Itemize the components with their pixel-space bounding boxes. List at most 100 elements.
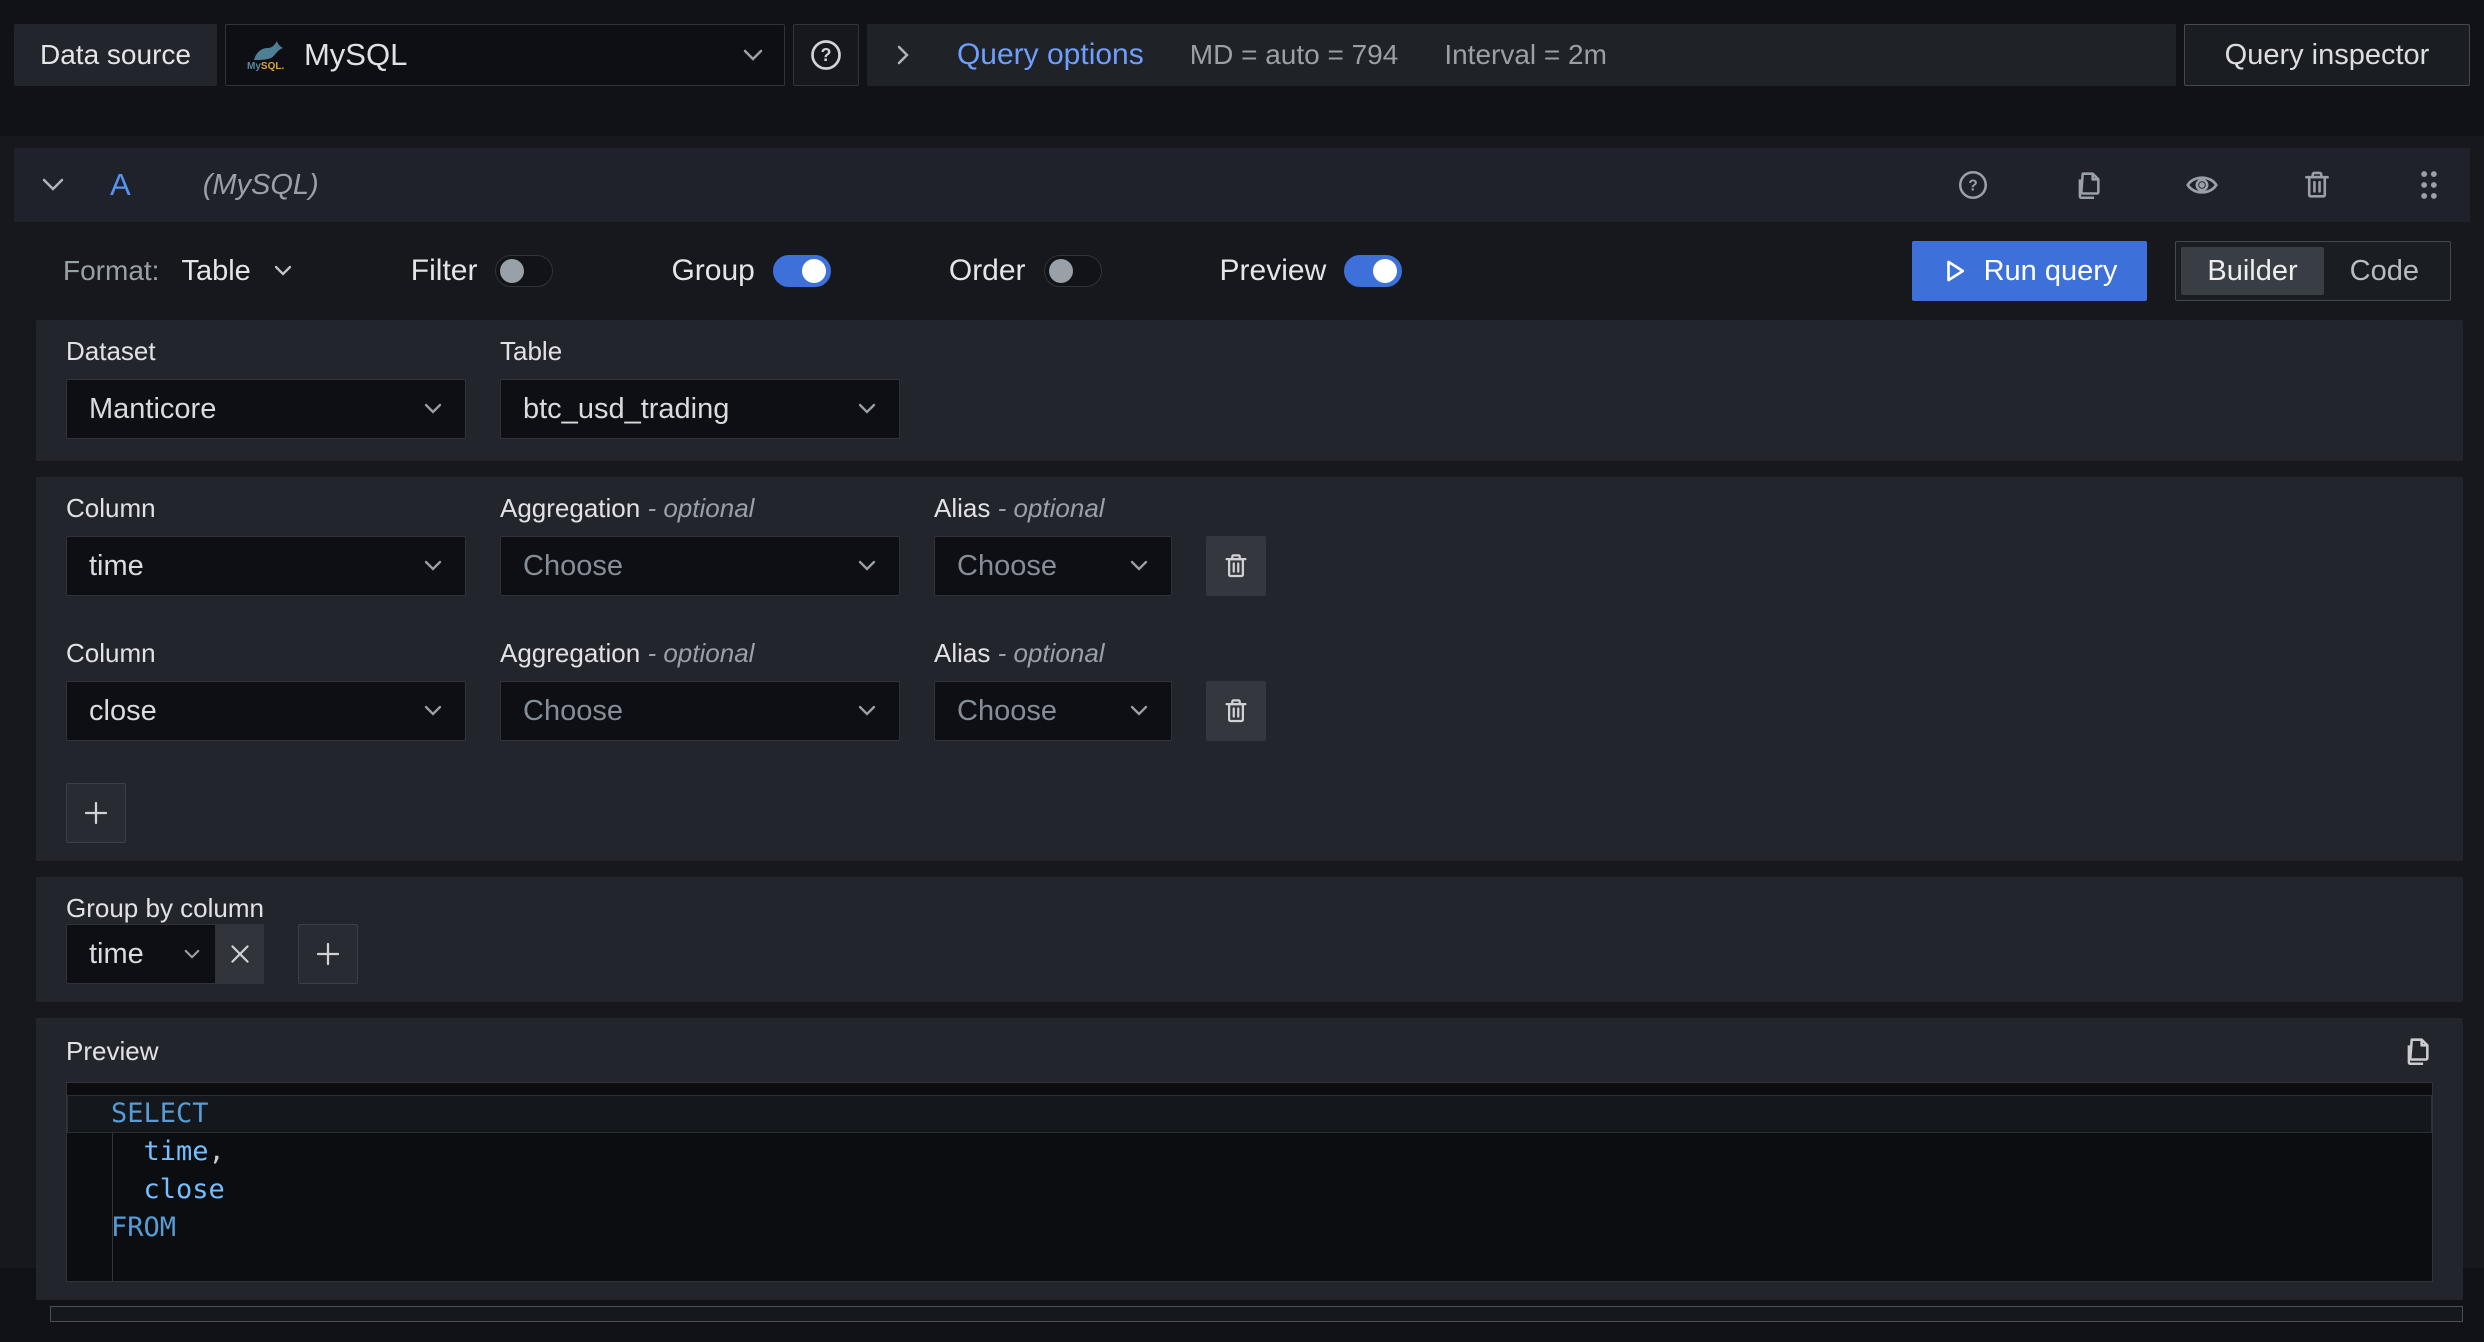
group-toggle[interactable] (772, 255, 831, 287)
trash-icon (2300, 168, 2334, 202)
datasource-help-button[interactable]: ? (792, 24, 859, 86)
column-label: Column (66, 493, 156, 523)
chevron-down-icon (183, 949, 201, 960)
alias-select[interactable]: Choose (934, 536, 1172, 596)
query-inspector-button[interactable]: Query inspector (2184, 24, 2470, 86)
order-toggle-label: Order (948, 254, 1026, 287)
column-value: time (89, 549, 144, 582)
datasource-picker[interactable]: MySQL. MySQL (224, 24, 785, 86)
remove-query-button[interactable] (2300, 168, 2334, 202)
collapsed-row-strip[interactable] (50, 1306, 2463, 1322)
dataset-table-card: Dataset Manticore Table btc_usd_trading (36, 320, 2463, 461)
aggregation-label: Aggregation - optional (500, 638, 755, 668)
table-value: btc_usd_trading (523, 392, 730, 425)
chevron-down-icon (423, 560, 443, 572)
chevron-down-icon (273, 265, 293, 277)
mode-code-button[interactable]: Code (2324, 247, 2445, 295)
column-row: Column close Aggregation - optional Choo… (66, 638, 2433, 741)
run-query-label: Run query (1983, 254, 2118, 287)
alias-label: Alias - optional (934, 493, 1105, 523)
chevron-right-icon[interactable] (895, 43, 911, 67)
order-toggle[interactable] (1043, 255, 1102, 287)
chevron-down-icon (857, 560, 877, 572)
query-row-header[interactable]: A (MySQL) ? (14, 148, 2470, 222)
duplicate-query-button[interactable] (2070, 168, 2104, 202)
query-editor-topbar: Data source MySQL. MySQL ? Query options… (14, 24, 2470, 86)
remove-group-by-button[interactable] (216, 924, 264, 984)
aggregation-label: Aggregation - optional (500, 493, 755, 523)
aggregation-placeholder: Choose (523, 694, 623, 727)
hide-response-button[interactable] (2184, 167, 2220, 203)
table-select[interactable]: btc_usd_trading (500, 379, 900, 439)
trash-icon (1221, 551, 1251, 581)
copy-sql-button[interactable] (2399, 1034, 2433, 1068)
help-circle-icon: ? (808, 37, 844, 73)
remove-column-button[interactable] (1206, 536, 1266, 596)
collapse-chevron-icon[interactable] (40, 177, 66, 193)
mode-builder-button[interactable]: Builder (2181, 247, 2324, 295)
drag-query-handle[interactable] (2414, 168, 2444, 202)
query-options-toggle[interactable]: Query options (957, 38, 1144, 72)
group-by-value: time (89, 937, 144, 970)
chevron-down-icon (423, 403, 443, 415)
query-ref-id: A (110, 167, 131, 202)
group-toggle-group: Group (671, 254, 831, 288)
datasource-label: Data source (14, 24, 217, 86)
plus-icon (313, 939, 343, 969)
format-value: Table (181, 254, 251, 287)
interval-value: Interval = 2m (1444, 39, 1607, 70)
svg-text:?: ? (1968, 178, 1978, 195)
run-query-button[interactable]: Run query (1911, 241, 2148, 301)
aggregation-placeholder: Choose (523, 549, 623, 582)
query-help-button[interactable]: ? (1956, 168, 1990, 202)
group-toggle-label: Group (671, 254, 755, 287)
preview-card: Preview SELECT time, close FROM (36, 1018, 2463, 1300)
chevron-down-icon (857, 403, 877, 415)
svg-text:?: ? (820, 45, 831, 65)
preview-toggle[interactable] (1344, 255, 1403, 287)
column-value: close (89, 694, 157, 727)
remove-column-button[interactable] (1206, 681, 1266, 741)
alias-select[interactable]: Choose (934, 681, 1172, 741)
filter-toggle[interactable] (495, 255, 554, 287)
group-by-label: Group by column (66, 893, 264, 923)
preview-toggle-label: Preview (1219, 254, 1327, 287)
datasource-value: MySQL (303, 37, 408, 72)
order-toggle-group: Order (949, 254, 1102, 288)
add-column-button[interactable] (66, 783, 126, 843)
dataset-select[interactable]: Manticore (66, 379, 466, 439)
sql-line: FROM (111, 1212, 177, 1243)
sql-line: time, (111, 1136, 225, 1167)
copy-icon (2070, 168, 2104, 202)
eye-icon (2184, 167, 2220, 203)
indent-guide (112, 1133, 113, 1281)
filter-toggle-label: Filter (410, 254, 478, 287)
columns-card: Column time Aggregation - optional Choos… (36, 477, 2463, 861)
table-label: Table (500, 336, 563, 366)
chevron-down-icon (857, 705, 877, 717)
column-label: Column (66, 638, 156, 668)
add-group-by-button[interactable] (298, 924, 358, 984)
group-by-column-select[interactable]: time (66, 924, 216, 984)
chevron-down-icon (1129, 560, 1149, 572)
dataset-label: Dataset (66, 336, 156, 366)
sql-line: SELECT (67, 1095, 2432, 1133)
alias-placeholder: Choose (957, 694, 1057, 727)
chevron-down-icon (742, 48, 764, 62)
alias-label: Alias - optional (934, 638, 1105, 668)
aggregation-select[interactable]: Choose (500, 536, 900, 596)
format-select[interactable]: Table (181, 255, 292, 288)
mysql-logo-icon: MySQL. (246, 39, 288, 71)
query-options-bar: Query options MD = auto = 794 Interval =… (866, 24, 2176, 86)
column-select[interactable]: time (66, 536, 466, 596)
query-editor-region: A (MySQL) ? Format: Table Filter Group O… (0, 136, 2484, 1322)
aggregation-select[interactable]: Choose (500, 681, 900, 741)
plus-icon (81, 798, 111, 828)
column-select[interactable]: close (66, 681, 466, 741)
format-label: Format: (63, 255, 160, 286)
play-icon (1942, 258, 1968, 284)
chevron-down-icon (423, 705, 443, 717)
max-data-points-value: MD = auto = 794 (1189, 39, 1399, 70)
preview-toggle-group: Preview (1220, 254, 1403, 288)
sql-line: close (111, 1174, 225, 1205)
